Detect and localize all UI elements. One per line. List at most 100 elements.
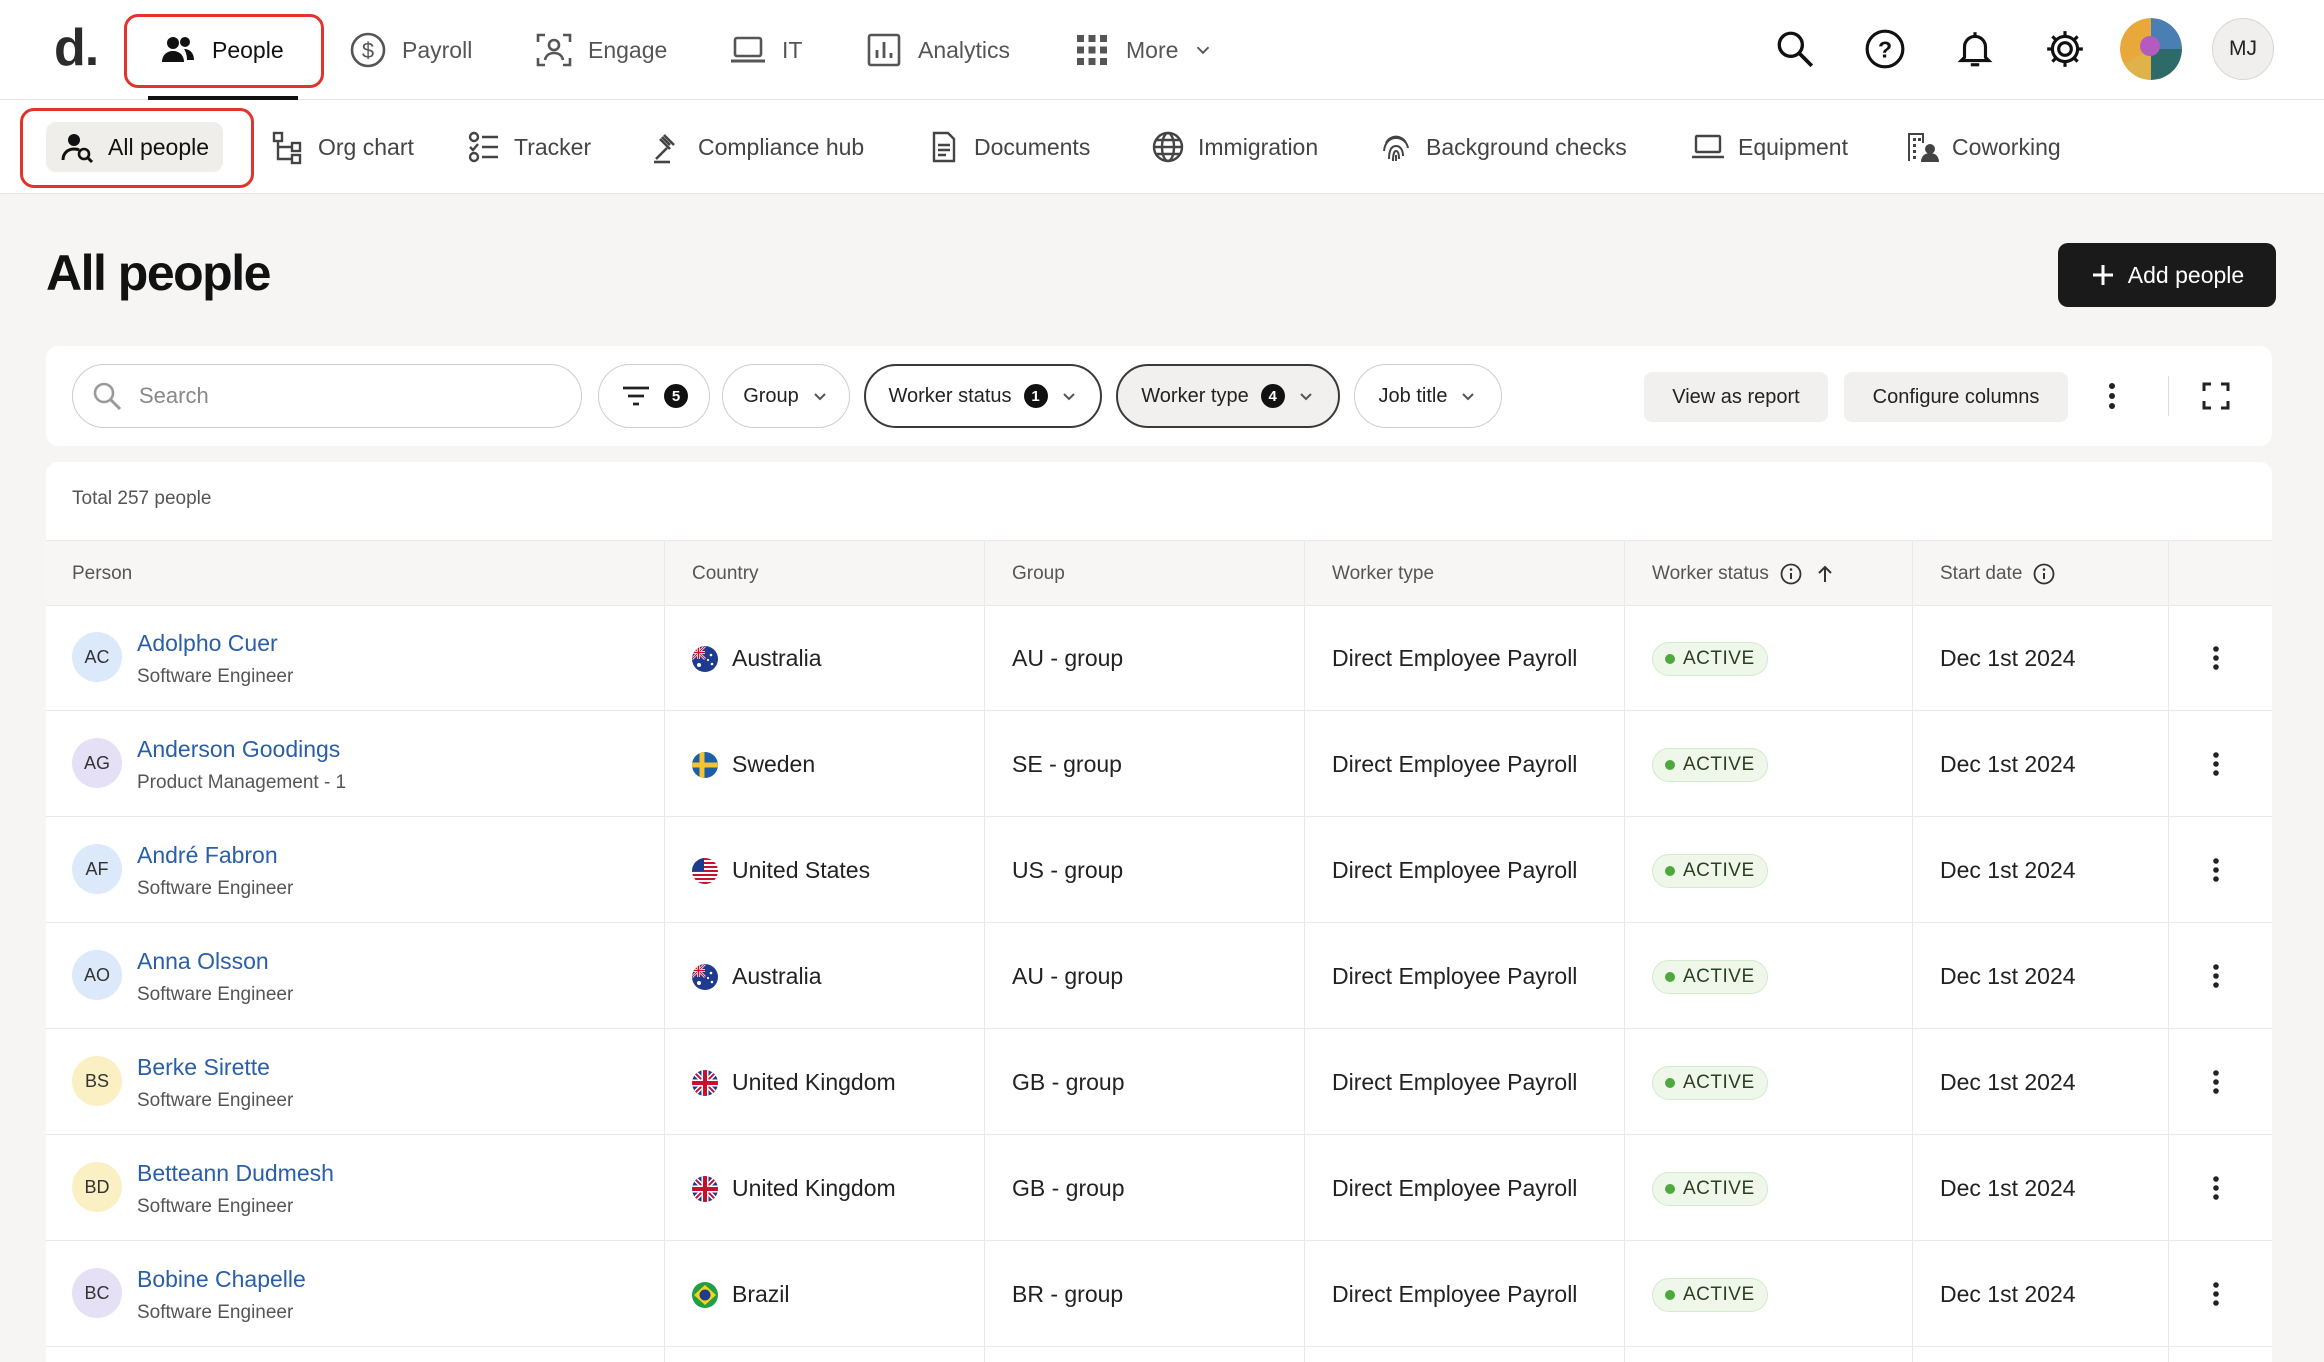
bell-icon[interactable]	[1954, 28, 1996, 70]
nav-tab-payroll[interactable]: $ Payroll	[348, 20, 472, 80]
search-icon	[93, 382, 122, 411]
subtab-coworking[interactable]: Coworking	[1904, 122, 2061, 172]
column-header-group[interactable]: Group	[1012, 541, 1065, 607]
job-title-filter[interactable]: Job title	[1354, 364, 1502, 428]
subtab-equipment[interactable]: Equipment	[1690, 122, 1848, 172]
person-name-link[interactable]: Berke Sirette	[137, 1054, 270, 1081]
country-name: United States	[732, 857, 871, 883]
search-box[interactable]	[72, 364, 582, 428]
nav-tab-label: Analytics	[918, 36, 1011, 63]
column-header-worker-status[interactable]: Worker status	[1652, 541, 1837, 607]
table-row[interactable]: BS Berke Sirette Software Engineer United K…	[46, 1030, 2272, 1135]
table-row[interactable]: BC Bobine Chapelle Software Engineer Brazil…	[46, 1242, 2272, 1347]
table-row[interactable]: AG Anderson Goodings Product Management - …	[46, 712, 2272, 817]
start-date-cell: Dec 1st 2024	[1940, 1069, 2076, 1095]
grid-icon	[1077, 35, 1107, 65]
status-dot	[1665, 1289, 1675, 1300]
workspace-avatar[interactable]	[2120, 18, 2182, 80]
fullscreen-icon[interactable]	[2196, 376, 2236, 416]
subtab-label: Documents	[974, 133, 1091, 160]
subtab-tracker[interactable]: Tracker	[466, 122, 591, 172]
nav-tab-people[interactable]: People	[158, 20, 284, 80]
country-cell: United Kingdom	[692, 1030, 896, 1135]
search-input[interactable]	[139, 383, 539, 409]
status-badge: ACTIVE	[1652, 1171, 1768, 1206]
gear-icon[interactable]	[2044, 28, 2086, 70]
person-name-link[interactable]: Anna Olsson	[137, 948, 269, 975]
person-name-link[interactable]: Bobine Chapelle	[137, 1266, 306, 1293]
worker-type-cell: Direct Employee Payroll	[1332, 857, 1578, 883]
add-people-label: Add people	[2127, 261, 2245, 288]
svg-text:$: $	[362, 38, 374, 63]
person-name-link[interactable]: Betteann Dudmesh	[137, 1160, 334, 1187]
table-row[interactable]: AC Adolpho Cuer Software Engineer Australia…	[46, 606, 2272, 711]
total-count: Total 257 people	[72, 488, 212, 509]
status-dot	[1665, 1077, 1675, 1088]
worker-type-cell: Direct Employee Payroll	[1332, 1281, 1578, 1307]
status-badge: ACTIVE	[1652, 1065, 1768, 1100]
info-icon[interactable]	[1779, 562, 1803, 586]
row-more-icon[interactable]	[2200, 1172, 2232, 1204]
filter-bar: 5 Group Worker status 1 Worker type 4 Jo…	[46, 346, 2272, 446]
subtab-background-checks[interactable]: Background checks	[1378, 122, 1627, 172]
row-more-icon[interactable]	[2200, 1066, 2232, 1098]
gavel-icon	[654, 134, 675, 164]
status-text: ACTIVE	[1683, 965, 1755, 987]
document-icon	[932, 131, 956, 163]
configure-columns-button[interactable]: Configure columns	[1844, 372, 2068, 422]
subtab-documents[interactable]: Documents	[926, 122, 1090, 172]
search-icon[interactable]	[1774, 28, 1816, 70]
country-name: United Kingdom	[732, 1175, 896, 1201]
person-avatar: AC	[72, 632, 122, 682]
deel-logo[interactable]: d.	[54, 20, 99, 76]
row-more-icon[interactable]	[2200, 748, 2232, 780]
person-name-link[interactable]: Adolpho Cuer	[137, 630, 278, 657]
user-avatar[interactable]: MJ	[2212, 18, 2274, 80]
subtab-immigration[interactable]: Immigration	[1150, 122, 1318, 172]
add-people-button[interactable]: Add people	[2058, 243, 2276, 307]
column-header-country[interactable]: Country	[692, 541, 759, 607]
person-avatar: BS	[72, 1056, 122, 1106]
sort-ascending-icon[interactable]	[1813, 562, 1837, 586]
worker-status-cell: ACTIVE	[1652, 924, 1768, 1029]
sub-navigation: All people Org chart Tracker Compliance …	[0, 100, 2324, 194]
group-cell: AU - group	[1012, 645, 1124, 671]
column-header-person[interactable]: Person	[72, 541, 132, 607]
filters-button[interactable]: 5	[598, 364, 710, 428]
person-job-title: Product Management - 1	[137, 772, 347, 793]
row-more-icon[interactable]	[2200, 642, 2232, 674]
subtab-all-people[interactable]: All people	[46, 122, 224, 172]
row-more-icon[interactable]	[2200, 1278, 2232, 1310]
table-row[interactable]: AF André Fabron Software Engineer United St…	[46, 818, 2272, 923]
column-header-start-date[interactable]: Start date	[1940, 541, 2056, 607]
subtab-compliance-hub[interactable]: Compliance hub	[650, 122, 864, 172]
table-header: Person Country Group Worker type Worker …	[46, 540, 2272, 606]
worker-type-filter[interactable]: Worker type 4	[1116, 364, 1340, 428]
subtab-label: Org chart	[318, 133, 414, 160]
country-cell: Sweden	[692, 712, 815, 817]
nav-tab-it[interactable]: IT	[728, 20, 802, 80]
row-more-icon[interactable]	[2200, 854, 2232, 886]
engage-icon	[536, 33, 572, 67]
chevron-down-icon	[1300, 393, 1312, 401]
toolbar-divider	[2168, 376, 2169, 416]
column-header-worker-type[interactable]: Worker type	[1332, 541, 1434, 607]
person-avatar: AG	[72, 738, 122, 788]
table-row[interactable]: BD Betteann Dudmesh Software Engineer Unite…	[46, 1136, 2272, 1241]
person-name-link[interactable]: Anderson Goodings	[137, 736, 340, 763]
help-icon[interactable]: ?	[1864, 28, 1906, 70]
subtab-label: Compliance hub	[698, 133, 865, 160]
row-more-icon[interactable]	[2200, 960, 2232, 992]
table-row[interactable]: AO Anna Olsson Software Engineer Australia A…	[46, 924, 2272, 1029]
more-vertical-icon[interactable]	[2092, 376, 2132, 416]
nav-tab-more[interactable]: More	[1072, 20, 1214, 80]
info-icon[interactable]	[2032, 562, 2056, 586]
country-cell: Brazil	[692, 1242, 790, 1347]
worker-status-filter[interactable]: Worker status 1	[864, 364, 1102, 428]
nav-tab-engage[interactable]: Engage	[534, 20, 667, 80]
person-name-link[interactable]: André Fabron	[137, 842, 278, 869]
nav-tab-analytics[interactable]: Analytics	[864, 20, 1010, 80]
subtab-org-chart[interactable]: Org chart	[270, 122, 414, 172]
view-as-report-button[interactable]: View as report	[1644, 372, 1828, 422]
group-filter[interactable]: Group	[722, 364, 850, 428]
